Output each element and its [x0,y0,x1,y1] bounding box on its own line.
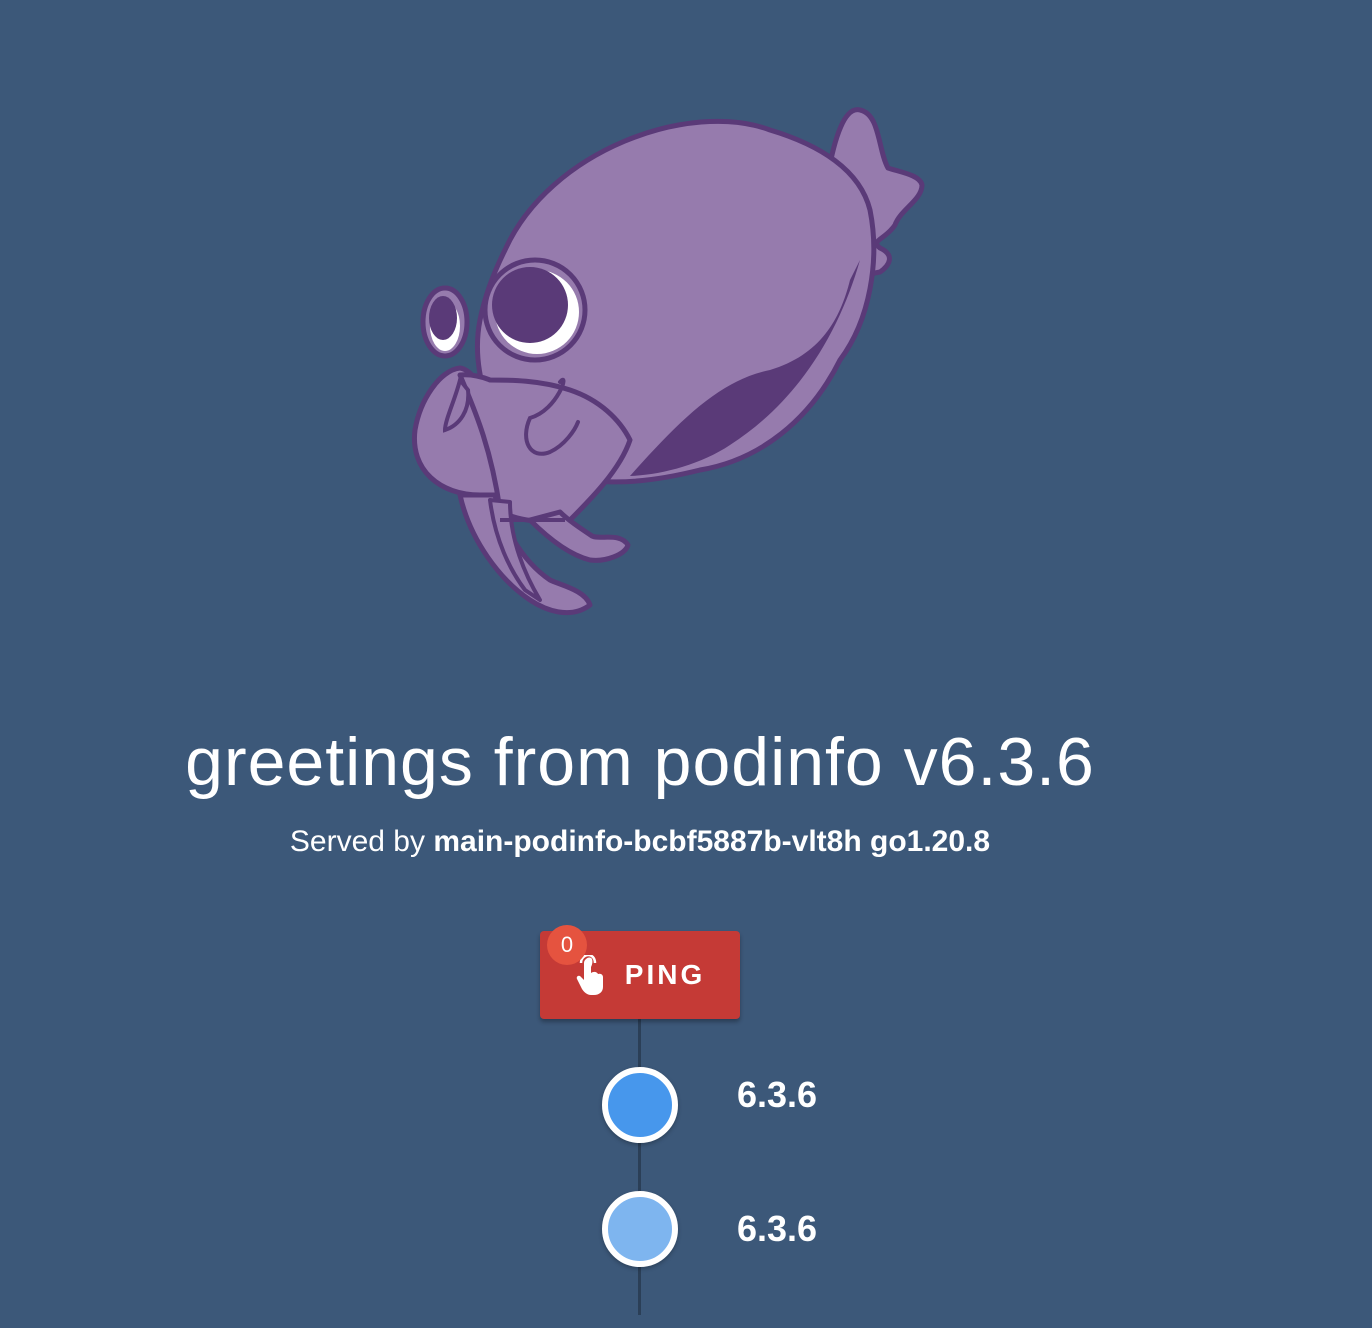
timeline-dot [602,1191,678,1267]
timeline-line [638,1015,641,1315]
cuttlefish-mascot-icon [400,100,930,630]
served-by-line: Served by main-podinfo-bcbf5887b-vlt8h g… [0,822,1280,862]
timeline-dot [602,1067,678,1143]
ping-label: PING [624,959,706,990]
page-title: greetings from podinfo v6.3.6 [185,724,1095,800]
served-by-prefix: Served by [289,825,425,858]
timeline-item-text: 6.3.6 [737,1074,818,1115]
ping-count-badge: 0 [547,925,587,965]
served-by-host: main-podinfo-bcbf5887b-vlt8h go1.20.8 [433,825,991,858]
touch-hand-icon [575,953,607,995]
timeline-item-text: 6.3.6 [737,1208,818,1249]
